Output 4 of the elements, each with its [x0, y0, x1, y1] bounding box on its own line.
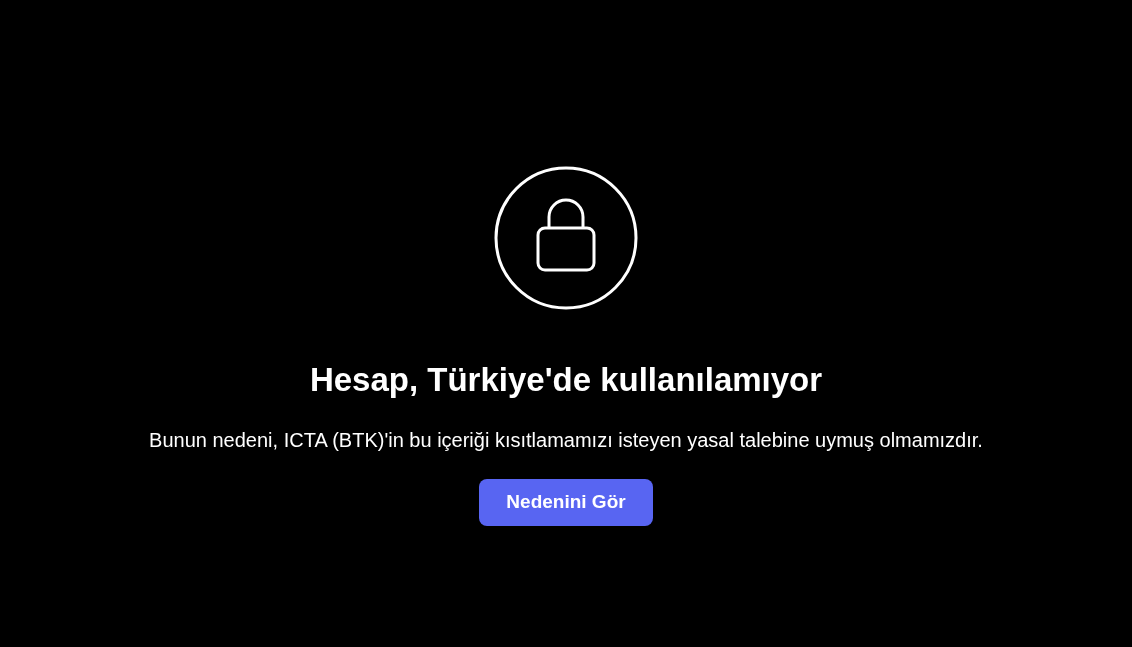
padlock-icon — [494, 166, 638, 310]
see-reason-button[interactable]: Nedenini Gör — [479, 479, 653, 526]
message-text: Bunun nedeni, ICTA (BTK)'in bu içeriği kısıtlamamızı isteyen yasal talebine uymuş olmamızdır. — [149, 428, 983, 453]
page-title: Hesap, Türkiye'de kullanılamıyor — [309, 360, 823, 400]
